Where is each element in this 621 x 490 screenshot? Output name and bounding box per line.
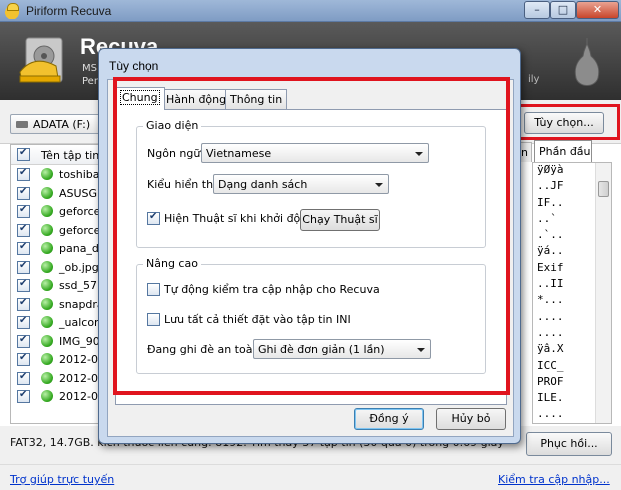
column-header-filename[interactable]: Tên tập tin bbox=[41, 149, 99, 162]
check-updates-link[interactable]: Kiểm tra cập nhập... bbox=[498, 473, 610, 486]
row-checkbox[interactable] bbox=[17, 278, 30, 292]
file-name: IMG_90 bbox=[59, 334, 100, 348]
row-checkbox[interactable] bbox=[17, 389, 30, 403]
cancel-button[interactable]: Hủy bỏ bbox=[436, 408, 506, 430]
status-green-icon bbox=[41, 316, 53, 328]
piriform-pear-icon bbox=[574, 38, 600, 86]
file-name: pana_d bbox=[59, 242, 99, 255]
row-checkbox[interactable] bbox=[17, 241, 30, 255]
status-green-icon bbox=[41, 279, 53, 291]
online-help-link[interactable]: Trợ giúp trực tuyến bbox=[10, 473, 114, 486]
status-green-icon bbox=[41, 242, 53, 254]
status-green-icon bbox=[41, 334, 53, 347]
file-name: geforce bbox=[59, 223, 101, 237]
dialog-title: Tùy chọn bbox=[109, 59, 159, 73]
file-name: snapdra bbox=[59, 297, 104, 311]
preview-tabs: n Phần đầu bbox=[512, 140, 621, 162]
header-preview-panel: ÿØÿà ..JF IF.. ..` .`.. ÿá.. Exif ..II *… bbox=[532, 162, 612, 424]
status-green-icon bbox=[41, 168, 53, 180]
file-name: geforce bbox=[59, 205, 101, 218]
minimize-button[interactable]: – bbox=[524, 1, 550, 19]
status-green-icon bbox=[41, 390, 53, 402]
file-name: ASUSG bbox=[59, 186, 98, 200]
scrollbar-thumb[interactable] bbox=[598, 181, 609, 197]
status-green-icon bbox=[41, 353, 53, 365]
status-green-icon bbox=[41, 223, 53, 236]
preview-scrollbar[interactable] bbox=[595, 163, 611, 423]
row-checkbox[interactable] bbox=[17, 204, 30, 218]
drive-icon bbox=[16, 121, 28, 128]
window-title: Piriform Recuva bbox=[26, 4, 112, 18]
file-name: ssd_57 bbox=[59, 279, 97, 292]
row-checkbox[interactable] bbox=[17, 334, 30, 348]
tab-header[interactable]: Phần đầu bbox=[534, 140, 592, 162]
close-button[interactable]: ✕ bbox=[576, 1, 619, 19]
options-button-highlight bbox=[518, 104, 620, 140]
recover-button[interactable]: Phục hồi... bbox=[526, 432, 612, 456]
settings-highlight-frame bbox=[113, 77, 510, 395]
recuva-logo-icon bbox=[19, 37, 63, 83]
status-green-icon bbox=[41, 371, 53, 384]
header-right-text: ily bbox=[528, 74, 540, 85]
row-checkbox[interactable] bbox=[17, 315, 30, 329]
window-titlebar: Piriform Recuva – □ ✕ bbox=[0, 0, 621, 22]
row-checkbox[interactable] bbox=[17, 297, 30, 311]
row-checkbox[interactable] bbox=[17, 371, 30, 385]
row-checkbox[interactable] bbox=[17, 186, 30, 200]
footer: Trợ giúp trực tuyến Kiểm tra cập nhập... bbox=[0, 464, 621, 490]
file-name: toshiba bbox=[59, 168, 100, 181]
drive-select[interactable]: ADATA (F:) bbox=[10, 114, 110, 134]
status-green-icon bbox=[41, 297, 53, 310]
row-checkbox[interactable] bbox=[17, 260, 30, 274]
row-checkbox[interactable] bbox=[17, 223, 30, 237]
status-green-icon bbox=[41, 186, 53, 199]
drive-select-label: ADATA (F:) bbox=[33, 118, 91, 131]
row-checkbox[interactable] bbox=[17, 167, 30, 181]
maximize-button[interactable]: □ bbox=[550, 1, 576, 19]
select-all-checkbox[interactable] bbox=[17, 147, 30, 161]
recuva-app-icon bbox=[4, 3, 20, 19]
file-name: _ob.jpg bbox=[59, 260, 99, 274]
ok-button[interactable]: Đồng ý bbox=[354, 408, 424, 430]
file-name: _ualcon bbox=[59, 316, 102, 329]
row-checkbox[interactable] bbox=[17, 352, 30, 366]
status-green-icon bbox=[41, 260, 53, 273]
status-green-icon bbox=[41, 205, 53, 217]
